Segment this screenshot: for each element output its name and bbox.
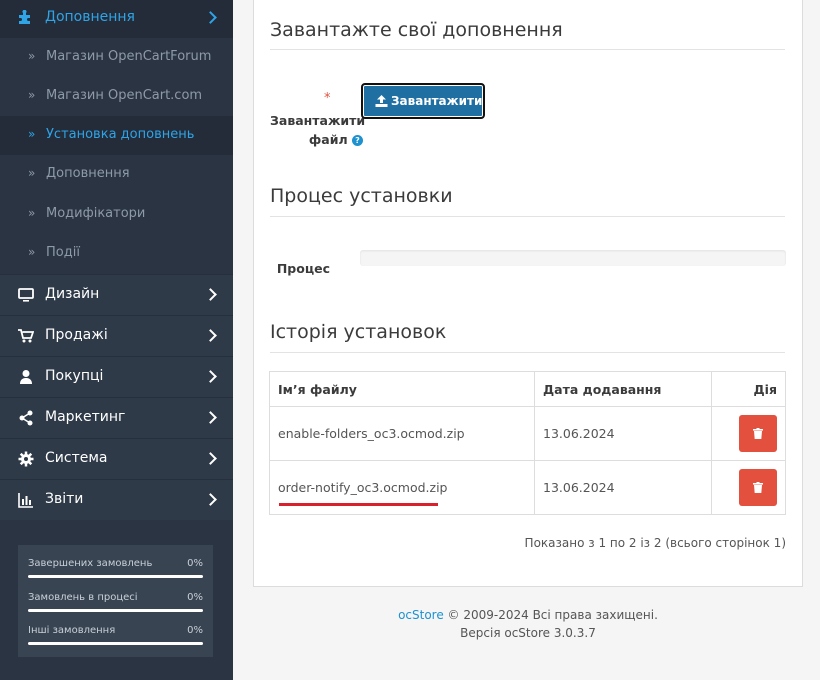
double-chevron-icon: » — [28, 245, 36, 259]
chevron-right-icon — [204, 493, 217, 506]
share-icon — [18, 410, 34, 426]
sidebar-subitem-label: Доповнення — [46, 166, 130, 181]
cell-action — [711, 460, 786, 515]
sidebar-subitem-label: Модифікатори — [46, 206, 146, 221]
sidebar-item-label: Система — [45, 450, 108, 466]
sidebar-subitem-installer[interactable]: » Установка доповнень — [0, 116, 233, 155]
sidebar-item-label: Маркетинг — [45, 409, 126, 425]
help-icon[interactable]: ? — [352, 135, 363, 146]
gear-icon — [18, 451, 34, 467]
cell-action — [711, 406, 786, 461]
upload-button-label: Завантажити — [391, 94, 483, 108]
upload-label-line1: Завантажити — [270, 113, 366, 128]
sidebar-item-label: Покупці — [45, 368, 104, 384]
delete-button[interactable] — [739, 469, 777, 506]
table-header-row: Ім’я файлу Дата додавання Дія — [269, 371, 786, 407]
divider — [270, 49, 785, 50]
sidebar-submenu: » Магазин OpenCartForum » Магазин OpenCa… — [0, 38, 233, 274]
stat-progress-bar — [28, 575, 203, 578]
sidebar-item-marketing[interactable]: Маркетинг — [0, 397, 233, 438]
footer-version: Версія ocStore 3.0.3.7 — [460, 626, 596, 640]
chevron-right-icon — [204, 411, 217, 424]
footer-brand-link[interactable]: ocStore — [398, 608, 444, 622]
divider — [270, 352, 785, 353]
stat-percent: 0% — [187, 625, 203, 636]
sidebar-item-label: Дизайн — [45, 286, 100, 302]
upload-file-label: Завантажити файл ? — [270, 111, 366, 149]
footer-copyright: © 2009-2024 Всі права захищені. — [443, 608, 658, 622]
column-header-date[interactable]: Дата додавання — [534, 371, 712, 407]
stat-label: Інші замовлення — [28, 625, 116, 636]
column-header-action: Дія — [711, 371, 786, 407]
order-stats-panel: Завершених замовлень 0% Замовлень в проц… — [18, 545, 213, 657]
upload-heading: Завантажте свої доповнення — [270, 19, 563, 41]
sidebar-subitem-extensions[interactable]: » Доповнення — [0, 155, 233, 194]
double-chevron-icon: » — [28, 49, 36, 63]
install-progress-bar — [360, 250, 786, 266]
sidebar-item-design[interactable]: Дизайн — [0, 274, 233, 315]
sidebar-item-sales[interactable]: Продажі — [0, 315, 233, 356]
sidebar-item-label: Звіти — [45, 491, 84, 507]
user-icon — [18, 369, 34, 385]
history-heading: Історія установок — [270, 321, 447, 343]
chevron-right-icon — [204, 452, 217, 465]
footer: ocStore © 2009-2024 Всі права захищені. … — [253, 606, 803, 642]
pagination-text: Показано з 1 по 2 із 2 (всього сторінок … — [524, 536, 786, 550]
sidebar: Доповнення » Магазин OpenCartForum » Маг… — [0, 0, 233, 680]
sidebar-subitem-opencartforum[interactable]: » Магазин OpenCartForum — [0, 38, 233, 77]
required-mark: * — [324, 91, 331, 106]
desktop-icon — [18, 287, 34, 303]
history-table: Ім’я файлу Дата додавання Дія enable-fol… — [269, 371, 786, 515]
filename-underline-annotation — [279, 503, 438, 506]
sidebar-subitem-opencart-com[interactable]: » Магазин OpenCart.com — [0, 77, 233, 116]
chevron-right-icon — [204, 288, 217, 301]
stat-percent: 0% — [187, 558, 203, 569]
table-row: order-notify_oc3.ocmod.zip 13.06.2024 — [269, 460, 786, 515]
sidebar-item-extensions[interactable]: Доповнення — [0, 0, 233, 38]
cell-filename: order-notify_oc3.ocmod.zip — [269, 460, 535, 515]
sidebar-item-customers[interactable]: Покупці — [0, 356, 233, 397]
bar-chart-icon — [18, 492, 34, 508]
stat-percent: 0% — [187, 592, 203, 603]
stat-label: Завершених замовлень — [28, 558, 153, 569]
trash-icon — [753, 428, 763, 439]
process-heading: Процес установки — [270, 185, 453, 207]
trash-icon — [753, 482, 763, 493]
upload-label-line2: файл — [308, 132, 348, 147]
stat-progress-bar — [28, 642, 203, 645]
sidebar-item-label: Продажі — [45, 327, 108, 343]
table-row: enable-folders_oc3.ocmod.zip 13.06.2024 — [269, 406, 786, 461]
sidebar-item-reports[interactable]: Звіти — [0, 479, 233, 520]
process-label: Процес — [276, 261, 330, 276]
upload-button[interactable]: Завантажити — [361, 83, 485, 119]
upload-icon — [375, 95, 388, 110]
sidebar-subitem-events[interactable]: » Події — [0, 234, 233, 273]
sidebar-subitem-label: Магазин OpenCartForum — [46, 49, 212, 64]
divider — [270, 216, 785, 217]
puzzle-icon — [18, 9, 33, 29]
cell-date: 13.06.2024 — [534, 406, 712, 461]
double-chevron-icon: » — [28, 127, 36, 141]
stat-progress-bar — [28, 609, 203, 612]
sidebar-item-system[interactable]: Система — [0, 438, 233, 479]
delete-button[interactable] — [739, 415, 777, 452]
double-chevron-icon: » — [28, 88, 36, 102]
cell-date: 13.06.2024 — [534, 460, 712, 515]
chevron-right-icon — [204, 370, 217, 383]
sidebar-subitem-label: Установка доповнень — [46, 127, 195, 142]
double-chevron-icon: » — [28, 206, 36, 220]
column-header-filename[interactable]: Ім’я файлу — [269, 371, 535, 407]
sidebar-subitem-modifications[interactable]: » Модифікатори — [0, 195, 233, 234]
sidebar-subitem-label: Події — [46, 245, 80, 260]
chevron-right-icon — [204, 11, 217, 24]
sidebar-item-label: Доповнення — [45, 9, 135, 25]
stat-label: Замовлень в процесі — [28, 592, 138, 603]
cell-filename: enable-folders_oc3.ocmod.zip — [269, 406, 535, 461]
chevron-right-icon — [204, 329, 217, 342]
double-chevron-icon: » — [28, 166, 36, 180]
cart-icon — [18, 328, 35, 344]
sidebar-subitem-label: Магазин OpenCart.com — [46, 88, 203, 103]
